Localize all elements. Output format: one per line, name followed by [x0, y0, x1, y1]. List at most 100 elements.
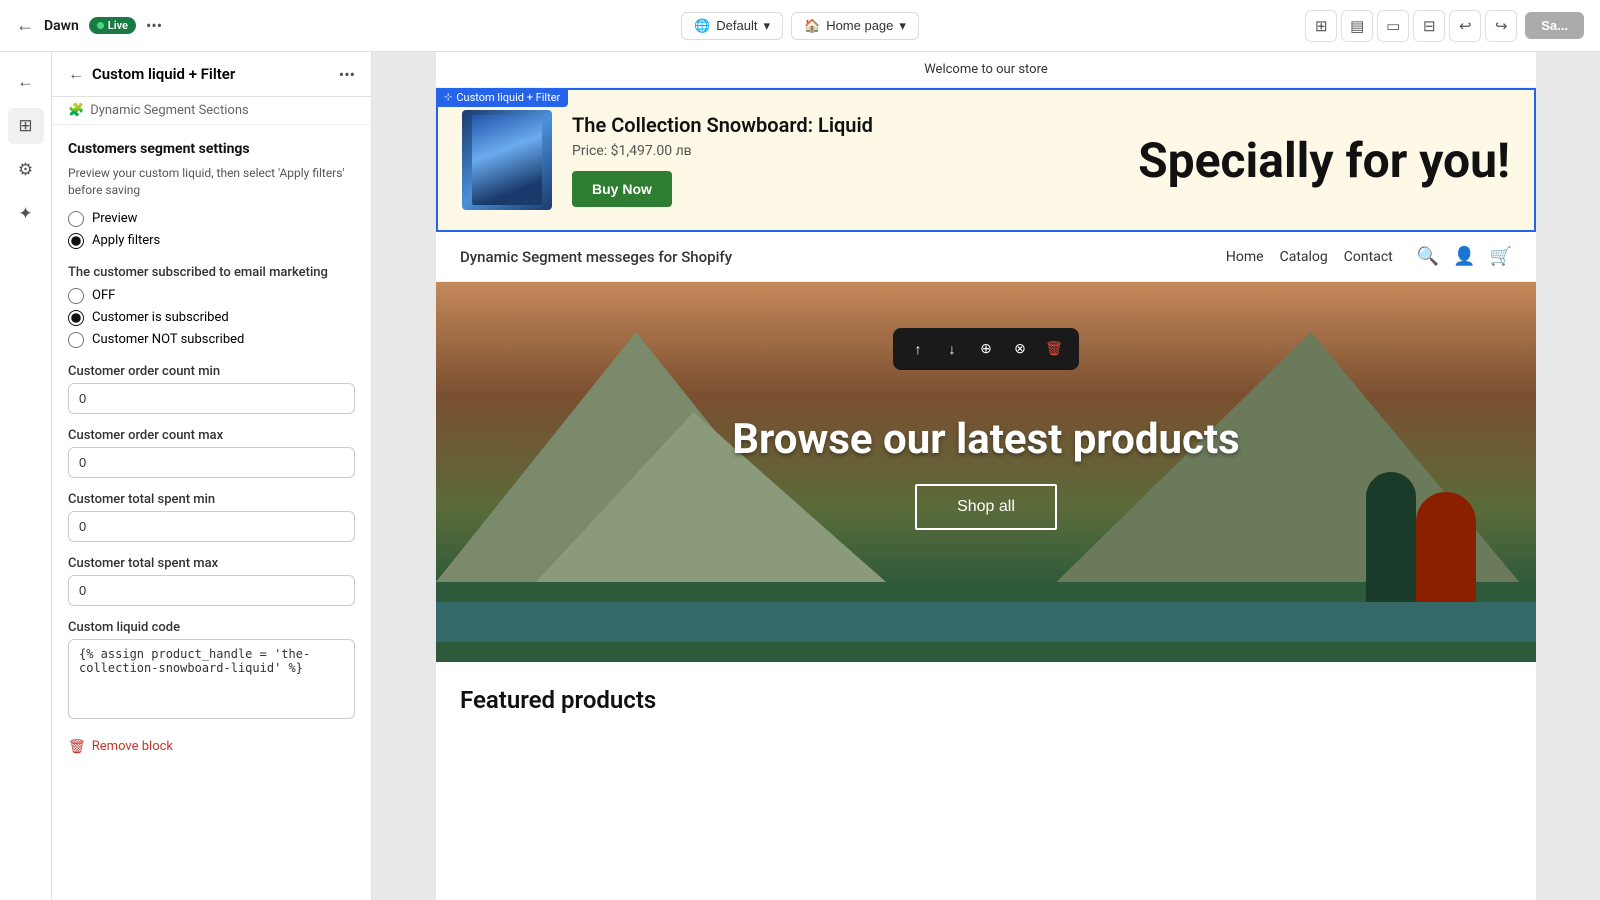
nav-title: Dynamic Segment messeges for Shopify [460, 248, 1202, 266]
spent-min-input[interactable] [68, 511, 355, 542]
nav-catalog[interactable]: Catalog [1280, 249, 1328, 265]
featured-section: Featured products [436, 662, 1536, 738]
block-label-text: Custom liquid + Filter [456, 91, 560, 104]
apply-filters-label: Apply filters [92, 233, 160, 248]
custom-liquid-block: ⊹ Custom liquid + Filter The Collection … [436, 88, 1536, 232]
floating-toolbar: ↑ ↓ ⊕ ⊗ 🗑 [893, 328, 1079, 370]
account-icon[interactable]: 👤 [1453, 246, 1475, 267]
hide-toolbar-btn[interactable]: ⊗ [1005, 334, 1035, 364]
subscribed-radio-item[interactable]: Customer is subscribed [68, 310, 355, 326]
not-subscribed-radio-item[interactable]: Customer NOT subscribed [68, 332, 355, 348]
order-min-label: Customer order count min [68, 364, 355, 379]
spent-max-label: Customer total spent max [68, 556, 355, 571]
chevron-down-icon: ▾ [899, 18, 906, 34]
nav-links: Home Catalog Contact [1226, 249, 1393, 265]
not-subscribed-radio[interactable] [68, 332, 84, 348]
order-max-input[interactable] [68, 447, 355, 478]
search-icon[interactable]: 🔍 [1417, 246, 1439, 267]
order-max-label: Customer order count max [68, 428, 355, 443]
left-icon-bar: ← ⊞ ⚙ ✦ [0, 52, 52, 900]
sidebar-header: ← Custom liquid + Filter ••• [52, 52, 371, 97]
hero-person2 [1416, 492, 1476, 602]
product-image [462, 110, 552, 210]
globe-icon: 🌐 [694, 18, 710, 34]
store-nav: Dynamic Segment messeges for Shopify Hom… [436, 232, 1536, 282]
chevron-down-icon: ▾ [763, 18, 770, 34]
apply-filters-radio[interactable] [68, 233, 84, 249]
spent-max-input[interactable] [68, 575, 355, 606]
preview-radio[interactable] [68, 211, 84, 227]
redo-button[interactable]: ↪ [1485, 10, 1517, 42]
homepage-button[interactable]: 🏠 Home page ▾ [791, 12, 919, 40]
emoji-icon: 🧩 [68, 103, 84, 118]
nav-home[interactable]: Home [1226, 249, 1264, 265]
trash-icon: 🗑 [68, 739, 86, 755]
save-button[interactable]: Sa... [1525, 12, 1584, 39]
off-radio[interactable] [68, 288, 84, 304]
subscribed-label: Customer is subscribed [92, 310, 229, 325]
hero-content: Browse our latest products Shop all [732, 415, 1239, 530]
subscribed-radio[interactable] [68, 310, 84, 326]
preview-area: Welcome to our store ⊹ Custom liquid + F… [372, 52, 1600, 900]
block-label-tag: ⊹ Custom liquid + Filter [436, 88, 568, 107]
topbar-right: ⊞ ▤ ▭ ⊟ ↩ ↪ Sa... [1069, 10, 1584, 42]
topbar-center: 🌐 Default ▾ 🏠 Home page ▾ [543, 12, 1058, 40]
remove-block-label: Remove block [92, 739, 173, 754]
sidebar-back-icon[interactable]: ← [68, 64, 84, 84]
delete-toolbar-btn[interactable]: 🗑 [1039, 334, 1069, 364]
preview-radio-item[interactable]: Preview [68, 211, 355, 227]
apply-filters-radio-item[interactable]: Apply filters [68, 233, 355, 249]
store-welcome: Welcome to our store [436, 52, 1536, 88]
mobile-view-button[interactable]: ⊟ [1413, 10, 1445, 42]
section-title: Customers segment settings [68, 141, 355, 157]
sidebar-more-icon[interactable]: ••• [339, 65, 355, 84]
product-name: The Collection Snowboard: Liquid [572, 113, 1118, 137]
desktop-view-button[interactable]: ⊞ [1305, 10, 1337, 42]
shop-all-button[interactable]: Shop all [915, 484, 1057, 530]
apps-icon[interactable]: ✦ [8, 196, 44, 232]
nav-icons: 🔍 👤 🛒 [1417, 246, 1512, 267]
duplicate-toolbar-btn[interactable]: ⊕ [971, 334, 1001, 364]
back-icon[interactable]: ← [16, 15, 34, 36]
app-name: Dawn [44, 18, 79, 34]
undo-button[interactable]: ↩ [1449, 10, 1481, 42]
cursor-icon: ⊹ [444, 92, 452, 103]
default-button[interactable]: 🌐 Default ▾ [681, 12, 783, 40]
product-highlight: The Collection Snowboard: Liquid Price: … [436, 88, 1536, 232]
off-label: OFF [92, 288, 115, 303]
order-min-input[interactable] [68, 383, 355, 414]
product-image-inner [472, 115, 542, 205]
home-icon: 🏠 [804, 18, 820, 34]
sections-icon[interactable]: ⊞ [8, 108, 44, 144]
sidebar: ← Custom liquid + Filter ••• 🧩 Dynamic S… [52, 52, 372, 900]
live-dot [97, 22, 104, 29]
move-down-toolbar-btn[interactable]: ↓ [937, 334, 967, 364]
featured-title: Featured products [460, 686, 1512, 714]
topbar: ← Dawn Live ••• 🌐 Default ▾ 🏠 Home page … [0, 0, 1600, 52]
buy-now-button[interactable]: Buy Now [572, 171, 672, 207]
tablet-view-button[interactable]: ▭ [1377, 10, 1409, 42]
sidebar-subtitle: 🧩 Dynamic Segment Sections [52, 97, 371, 125]
nav-contact[interactable]: Contact [1344, 249, 1393, 265]
back-nav-icon[interactable]: ← [8, 64, 44, 100]
remove-block-button[interactable]: 🗑 Remove block [68, 731, 355, 763]
cart-icon[interactable]: 🛒 [1490, 246, 1512, 267]
settings-icon[interactable]: ⚙ [8, 152, 44, 188]
product-price: Price: $1,497.00 лв [572, 143, 1118, 159]
code-textarea[interactable]: {% assign product_handle = 'the-collecti… [68, 639, 355, 719]
sidebar-scroll-area[interactable]: Customers segment settings Preview your … [52, 125, 371, 900]
product-info: The Collection Snowboard: Liquid Price: … [572, 113, 1118, 207]
topbar-left: ← Dawn Live ••• [16, 15, 531, 36]
more-menu-icon[interactable]: ••• [146, 16, 162, 35]
sidebar-title: Custom liquid + Filter [92, 65, 331, 83]
hero-title: Browse our latest products [732, 415, 1239, 464]
layout-view-button[interactable]: ▤ [1341, 10, 1373, 42]
main-area: ← ⊞ ⚙ ✦ ← Custom liquid + Filter ••• 🧩 D… [0, 52, 1600, 900]
live-badge: Live [89, 17, 136, 34]
specially-text: Specially for you! [1138, 132, 1510, 189]
spent-min-label: Customer total spent min [68, 492, 355, 507]
hero-water [436, 602, 1536, 642]
move-up-toolbar-btn[interactable]: ↑ [903, 334, 933, 364]
off-radio-item[interactable]: OFF [68, 288, 355, 304]
code-label: Custom liquid code [68, 620, 355, 635]
